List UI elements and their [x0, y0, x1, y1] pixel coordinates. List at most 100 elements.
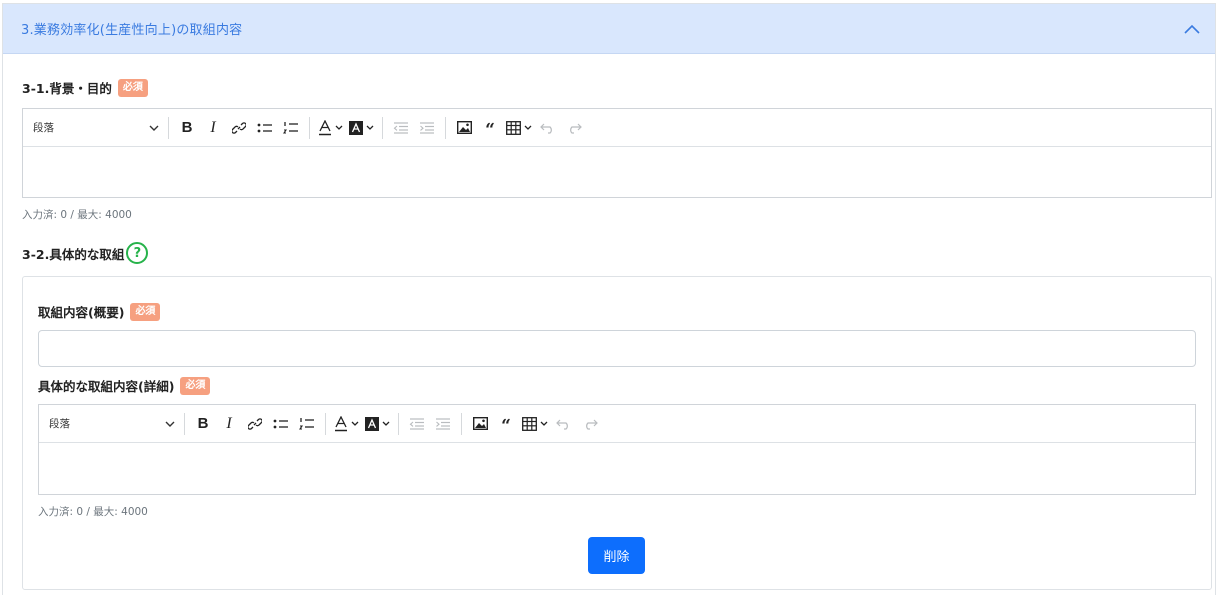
- image-icon: [456, 121, 472, 134]
- blockquote-icon: “: [501, 415, 511, 436]
- bold-icon: B: [181, 119, 193, 136]
- italic-icon: I: [210, 118, 216, 136]
- table-button[interactable]: [503, 115, 535, 141]
- editor-toolbar: 段落 B I “: [39, 405, 1195, 443]
- background-color-button[interactable]: [362, 411, 393, 437]
- bold-button[interactable]: B: [190, 411, 216, 437]
- character-counter: 入力済: 0 / 最大: 4000: [38, 506, 148, 518]
- bulleted-list-icon: [257, 123, 272, 132]
- link-icon: [232, 121, 246, 134]
- italic-icon: I: [226, 414, 232, 432]
- panel-title: 3.業務効率化(生産性向上)の取組内容: [21, 23, 243, 38]
- required-badge: 必須: [117, 78, 148, 97]
- chevron-down-icon: [382, 421, 390, 426]
- numbered-list-icon: [283, 121, 298, 134]
- toolbar-divider: [461, 412, 462, 435]
- chevron-down-icon: [335, 125, 343, 130]
- summary-label: 取組内容(概要): [38, 305, 125, 320]
- blockquote-button[interactable]: “: [493, 411, 519, 437]
- character-counter: 入力済: 0 / 最大: 4000: [22, 209, 132, 221]
- font-color-icon: [335, 415, 347, 431]
- undo-icon: [540, 123, 552, 134]
- table-icon: [522, 416, 537, 431]
- help-icon[interactable]: ?: [126, 242, 149, 264]
- paragraph-style-select[interactable]: 段落: [45, 411, 179, 437]
- chevron-down-icon: [540, 421, 548, 426]
- font-color-button[interactable]: [331, 411, 362, 437]
- blockquote-icon: “: [485, 119, 495, 140]
- chevron-down-icon: [165, 421, 175, 427]
- numbered-list-icon: [299, 417, 314, 430]
- toolbar-divider: [309, 116, 310, 139]
- section-2-label-row: 3-2.具体的な取組 ?: [22, 242, 149, 264]
- image-icon: [472, 417, 488, 430]
- bulleted-list-button[interactable]: [252, 115, 278, 141]
- delete-button[interactable]: 削除: [588, 537, 645, 574]
- detail-editor: 段落 B I “: [38, 404, 1196, 495]
- background-color-button[interactable]: [346, 115, 377, 141]
- section-2-label: 3-2.具体的な取組: [22, 246, 125, 262]
- toolbar-divider: [184, 412, 185, 435]
- editor-toolbar: 段落 B I “: [23, 109, 1211, 147]
- indent-button[interactable]: [414, 115, 440, 141]
- summary-input[interactable]: [38, 330, 1196, 367]
- toolbar-divider: [325, 412, 326, 435]
- section-1-label: 3-1.背景・目的: [22, 81, 112, 96]
- section-1-label-row: 3-1.背景・目的 必須: [22, 78, 148, 97]
- italic-button[interactable]: I: [200, 115, 226, 141]
- paragraph-style-select[interactable]: 段落: [29, 115, 163, 141]
- link-button[interactable]: [226, 115, 252, 141]
- redo-icon: [570, 123, 582, 134]
- indent-button[interactable]: [430, 411, 456, 437]
- paragraph-style-value: 段落: [33, 122, 54, 134]
- toolbar-divider: [398, 412, 399, 435]
- font-color-button[interactable]: [315, 115, 346, 141]
- accordion-header[interactable]: 3.業務効率化(生産性向上)の取組内容: [3, 4, 1215, 54]
- outdent-icon: [393, 121, 408, 134]
- detail-label-row: 具体的な取組内容(詳細) 必須: [38, 376, 211, 395]
- redo-icon: [586, 419, 598, 430]
- toolbar-divider: [168, 116, 169, 139]
- bulleted-list-button[interactable]: [268, 411, 294, 437]
- numbered-list-button[interactable]: [294, 411, 320, 437]
- background-color-icon: [365, 416, 379, 431]
- undo-button[interactable]: [535, 115, 561, 141]
- required-badge: 必須: [180, 376, 211, 395]
- outdent-button[interactable]: [388, 115, 414, 141]
- bold-icon: B: [197, 415, 209, 432]
- outdent-icon: [409, 417, 424, 430]
- image-button[interactable]: [451, 115, 477, 141]
- indent-icon: [436, 417, 450, 430]
- chevron-down-icon: [366, 125, 374, 130]
- redo-button[interactable]: [561, 115, 587, 141]
- chevron-down-icon: [149, 125, 159, 131]
- font-color-icon: [319, 119, 331, 135]
- table-button[interactable]: [519, 411, 551, 437]
- undo-button[interactable]: [551, 411, 577, 437]
- image-button[interactable]: [467, 411, 493, 437]
- chevron-down-icon: [524, 125, 532, 130]
- toolbar-divider: [382, 116, 383, 139]
- link-button[interactable]: [242, 411, 268, 437]
- italic-button[interactable]: I: [216, 411, 242, 437]
- chevron-up-icon[interactable]: [1181, 18, 1203, 40]
- redo-button[interactable]: [577, 411, 603, 437]
- indent-icon: [420, 121, 434, 134]
- chevron-down-icon: [351, 421, 359, 426]
- paragraph-style-value: 段落: [49, 418, 70, 430]
- background-color-icon: [349, 120, 363, 135]
- blockquote-button[interactable]: “: [477, 115, 503, 141]
- background-purpose-editor: 段落 B I “: [22, 108, 1212, 198]
- link-icon: [248, 417, 262, 430]
- outdent-button[interactable]: [404, 411, 430, 437]
- bold-button[interactable]: B: [174, 115, 200, 141]
- undo-icon: [556, 419, 568, 430]
- table-icon: [506, 120, 521, 135]
- required-badge: 必須: [130, 302, 161, 321]
- bulleted-list-icon: [273, 419, 288, 428]
- detail-label: 具体的な取組内容(詳細): [38, 379, 175, 394]
- editor-content-area[interactable]: [23, 147, 1211, 197]
- summary-label-row: 取組内容(概要) 必須: [38, 302, 161, 321]
- editor-content-area[interactable]: [39, 443, 1195, 494]
- numbered-list-button[interactable]: [278, 115, 304, 141]
